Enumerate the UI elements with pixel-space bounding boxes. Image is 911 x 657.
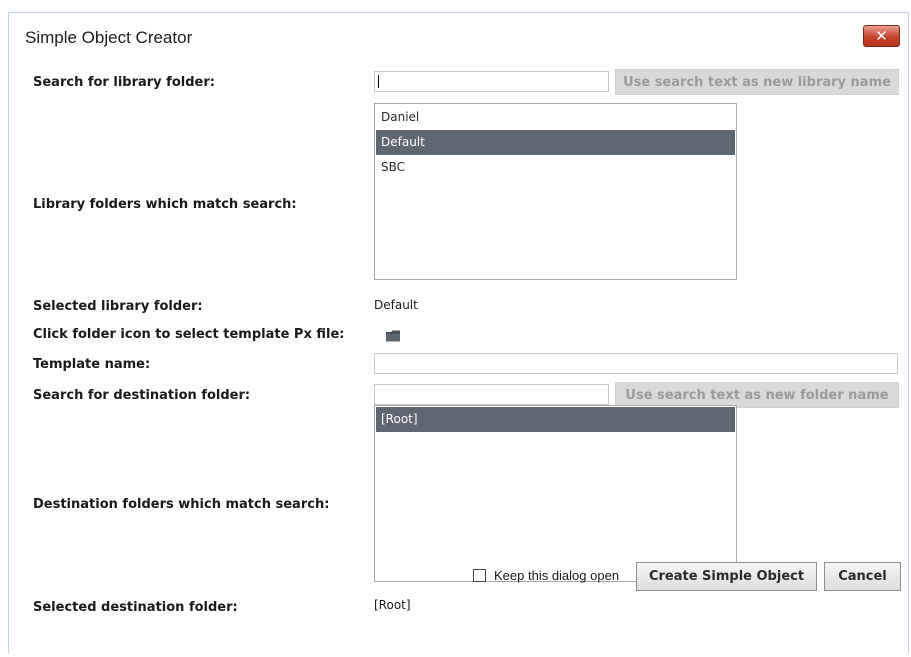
template-file-label: Click folder icon to select template Px …: [33, 327, 345, 342]
selected-destination-label: Selected destination folder:: [33, 600, 238, 615]
simple-object-creator-dialog: Simple Object Creator ✕ Search for libra…: [8, 12, 909, 654]
library-folder-list[interactable]: Daniel Default SBC: [374, 103, 737, 280]
library-search-label: Search for library folder:: [33, 75, 215, 90]
create-simple-object-button[interactable]: Create Simple Object: [636, 562, 817, 591]
keep-open-checkbox[interactable]: [473, 569, 486, 582]
list-item-root[interactable]: [Root]: [376, 407, 735, 432]
selected-destination-value: [Root]: [374, 598, 411, 612]
folder-icon[interactable]: [385, 328, 401, 342]
list-item-default[interactable]: Default: [376, 130, 735, 155]
cancel-button[interactable]: Cancel: [824, 562, 901, 591]
dialog-title: Simple Object Creator: [25, 28, 193, 47]
template-name-label: Template name:: [33, 357, 151, 372]
list-item-daniel[interactable]: Daniel: [376, 105, 735, 130]
keep-open-label[interactable]: Keep this dialog open: [494, 568, 619, 583]
selected-library-label: Selected library folder:: [33, 299, 203, 314]
destination-search-label: Search for destination folder:: [33, 388, 251, 403]
use-search-as-library-name-button[interactable]: Use search text as new library name: [615, 69, 899, 95]
template-name-input[interactable]: [374, 353, 898, 374]
library-list-label: Library folders which match search:: [33, 197, 297, 212]
close-x-icon: ✕: [875, 27, 888, 45]
library-search-input[interactable]: [374, 71, 609, 92]
close-button[interactable]: ✕: [863, 25, 900, 47]
destination-list-label: Destination folders which match search:: [33, 497, 330, 512]
text-caret: [378, 75, 379, 88]
title-bar[interactable]: Simple Object Creator ✕: [9, 13, 908, 61]
list-item-sbc[interactable]: SBC: [376, 155, 735, 180]
destination-search-input[interactable]: [374, 384, 609, 405]
selected-library-value: Default: [374, 298, 418, 312]
destination-folder-list[interactable]: [Root]: [374, 405, 737, 582]
